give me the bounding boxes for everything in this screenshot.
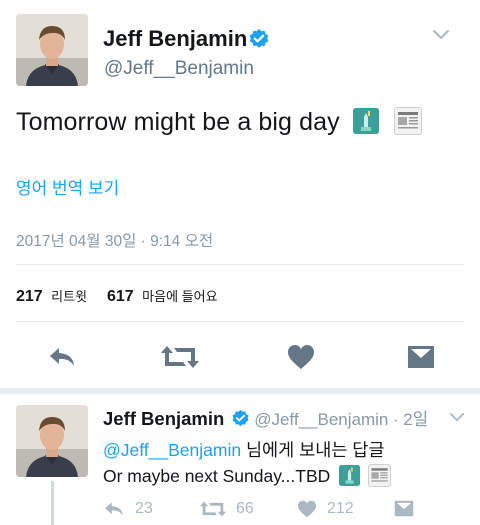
- heart-icon: [288, 345, 314, 369]
- reply-header: Jeff Benjamin @Jeff__Benjamin · 2일: [103, 405, 428, 433]
- reply-icon: [50, 348, 74, 366]
- newspaper-icon: [368, 464, 392, 487]
- author-name[interactable]: Jeff Benjamin: [103, 26, 247, 52]
- statue-of-liberty-icon: [352, 108, 379, 134]
- verified-badge-icon: [248, 28, 270, 55]
- translate-link[interactable]: 영어 번역 보기: [16, 174, 119, 199]
- retweet-label: 리트윗: [51, 289, 88, 304]
- retweet-button[interactable]: [160, 342, 200, 372]
- newspaper-icon: [393, 107, 422, 135]
- tweet-text-body: Tomorrow might be a big day: [16, 108, 340, 136]
- person-portrait: [16, 405, 88, 477]
- retweet-icon: [200, 501, 226, 517]
- direct-message-icon: [408, 346, 434, 368]
- reply-author-handle[interactable]: @Jeff__Benjamin: [254, 410, 388, 429]
- section-separator: [0, 388, 480, 394]
- chevron-down-icon[interactable]: [449, 410, 465, 428]
- like-button[interactable]: [284, 342, 318, 372]
- like-label: 마음에 들어요: [142, 289, 218, 304]
- direct-message-button[interactable]: [404, 342, 438, 372]
- reply-author-avatar[interactable]: [16, 405, 88, 477]
- reply-author-name[interactable]: Jeff Benjamin: [103, 408, 224, 429]
- reply-like-button[interactable]: 212: [297, 500, 354, 518]
- reply-to-suffix: 님에게 보내는 답글: [245, 440, 385, 460]
- reply-reply-button[interactable]: 23: [103, 500, 153, 518]
- statue-of-liberty-icon: [339, 465, 361, 486]
- chevron-down-icon[interactable]: [432, 28, 450, 46]
- retweet-icon: [161, 346, 199, 368]
- tweet-text: Tomorrow might be a big day: [16, 107, 422, 137]
- author-handle[interactable]: @Jeff__Benjamin: [104, 58, 254, 80]
- reply-text-body: Or maybe next Sunday...TBD: [103, 466, 331, 486]
- reply-to-handle[interactable]: @Jeff__Benjamin: [103, 440, 241, 460]
- direct-message-icon: [394, 500, 414, 517]
- reply-dm-button[interactable]: [394, 500, 414, 517]
- like-count: 617: [107, 288, 134, 305]
- person-portrait: [16, 14, 88, 86]
- thread-line: [51, 481, 54, 525]
- reply-count: 23: [135, 500, 153, 517]
- reply-tweet-text: Or maybe next Sunday...TBD: [103, 464, 392, 487]
- retweet-count: 66: [236, 500, 254, 517]
- like-stats[interactable]: 617 마음에 들어요: [107, 286, 218, 306]
- retweet-count: 217: [16, 288, 43, 305]
- divider: [16, 264, 464, 265]
- reply-icon: [105, 502, 123, 516]
- heart-icon: [298, 500, 316, 518]
- reply-button[interactable]: [44, 342, 80, 372]
- verified-badge-icon: [231, 409, 250, 433]
- divider: [16, 321, 464, 322]
- retweet-stats[interactable]: 217 리트윗: [16, 286, 87, 306]
- reply-retweet-button[interactable]: 66: [200, 500, 254, 518]
- like-count: 212: [327, 500, 354, 517]
- tweet-timestamp[interactable]: 2017년 04월 30일 · 9:14 오전: [16, 229, 213, 251]
- reply-time[interactable]: · 2일: [393, 410, 428, 429]
- author-avatar[interactable]: [16, 14, 88, 86]
- reply-to-line: @Jeff__Benjamin 님에게 보내는 답글: [103, 437, 384, 462]
